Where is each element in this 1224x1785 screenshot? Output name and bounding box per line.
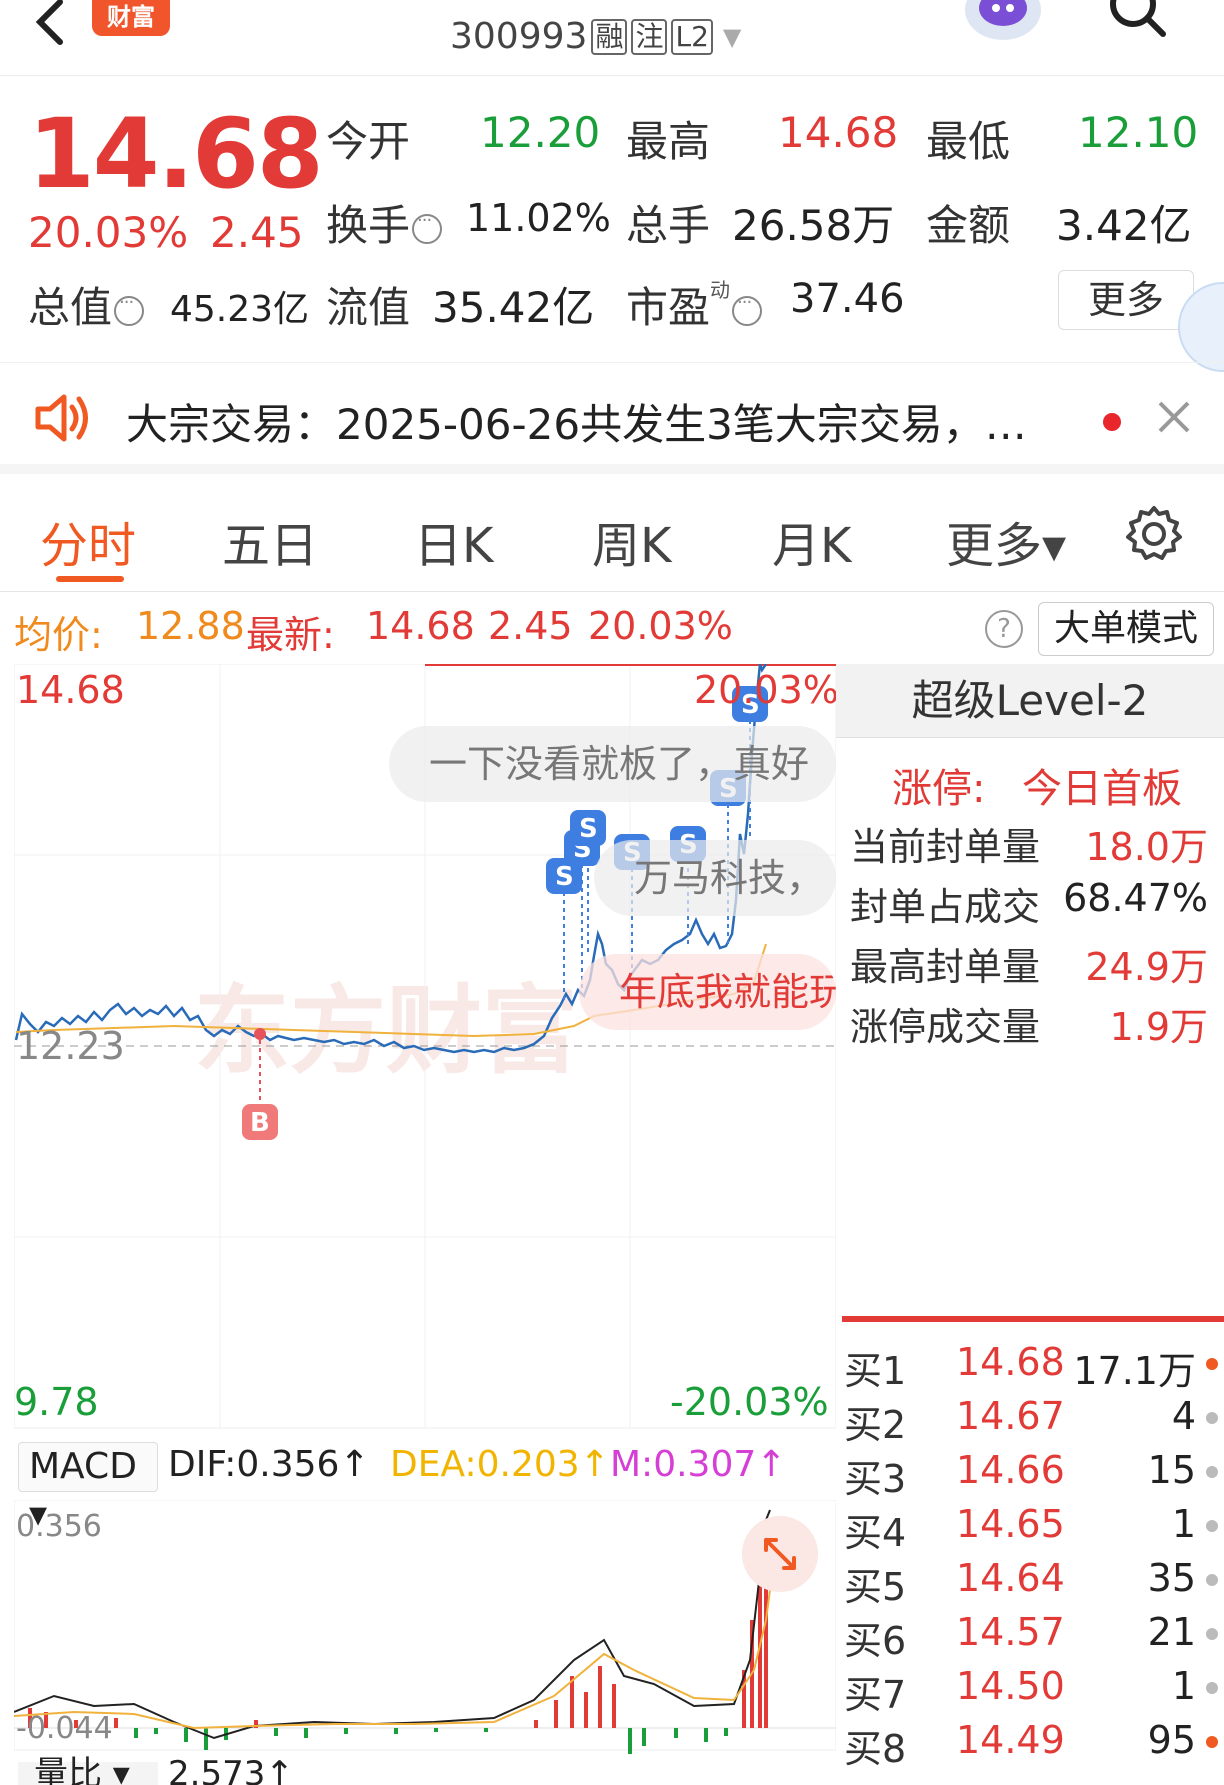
latest-change: 2.45 [488, 604, 573, 648]
turnover-label: 换手 [326, 192, 443, 253]
svg-text:S: S [555, 862, 574, 892]
big-order-mode-button[interactable]: 大单模式 [1038, 602, 1214, 656]
tab-weekly-k[interactable]: 周K [592, 506, 671, 576]
vol-ratio-select[interactable]: 量比 ▾ [34, 1754, 130, 1785]
tag-registered: 注 [631, 18, 668, 55]
float-label: 流值 [326, 283, 411, 332]
latest-label: 最新: [246, 613, 335, 657]
macd-chart: 0.356 -0.044 量比 ▾ 2.573↑ [14, 1500, 836, 1785]
speaker-icon [35, 394, 88, 442]
tab-underline [56, 576, 124, 582]
tab-daily-k[interactable]: 日K [414, 506, 493, 576]
macd-m: M:0.307↑ [610, 1444, 787, 1485]
search-icon[interactable] [1105, 0, 1171, 48]
avg-label: 均价: [14, 613, 103, 657]
chart-top-percent: 20.03% [694, 668, 839, 712]
comment-bubble[interactable]: 一下没看就板了，真好 [389, 726, 836, 802]
bid-row[interactable]: 买2 14.67 4 [844, 1394, 1222, 1448]
more-button[interactable]: 更多 [1058, 270, 1194, 330]
float-value: 35.42亿 [432, 283, 595, 332]
bid-row[interactable]: 买4 14.65 1 [844, 1502, 1222, 1556]
comment-bubble[interactable]: 万马科技， [594, 840, 836, 916]
vol-ratio-value: 2.573↑ [168, 1754, 294, 1785]
level2-title[interactable]: 超级Level-2 [836, 664, 1224, 738]
price-summary-row: 均价: 12.88 最新: 14.68 2.45 20.03% ? 大单模式 [0, 600, 1224, 662]
volume-label: 总手 [626, 201, 711, 250]
bid-row[interactable]: 买1 14.68 17.1万 [844, 1340, 1222, 1394]
watermark: 东方财富 [194, 975, 578, 1087]
chart-bottom-price: 9.78 [14, 1380, 99, 1424]
stock-code: 300993 [450, 16, 588, 57]
chart-base-price: 12.23 [16, 1024, 125, 1068]
chart-bottom-percent: -20.03% [670, 1380, 829, 1424]
open-label: 今开 [326, 117, 411, 166]
macd-dea: DEA:0.203↑ [390, 1444, 610, 1485]
macd-top-value: 0.356 [16, 1509, 102, 1544]
limit-up-value: 今日首板 [1022, 766, 1182, 812]
gear-icon[interactable] [1124, 504, 1184, 564]
current-price: 14.68 [28, 98, 324, 210]
tag-margin: 融 [591, 18, 628, 55]
order-book-divider [842, 1316, 1224, 1322]
macd-indicator-row: MACD ▾ DIF:0.356↑ DEA:0.203↑ M:0.307↑ [14, 1436, 836, 1535]
mktcap-label: 总值 [28, 274, 145, 335]
pe-label: 市盈动 [626, 274, 763, 335]
brand-badge: 财富 [92, 0, 170, 36]
notice-text: 大宗交易：2025-06-26共发生3笔大宗交易，… [126, 400, 1027, 449]
tab-five-day[interactable]: 五日 [222, 506, 318, 576]
expand-icon[interactable] [742, 1516, 818, 1592]
top-bar: 财富 300993 融 注 L2 ▼ [0, 0, 1224, 76]
stock-code-title[interactable]: 300993 融 注 L2 ▼ [450, 16, 741, 57]
svg-text:B: B [250, 1108, 270, 1138]
latest-percent: 20.03% [588, 604, 733, 648]
tab-monthly-k[interactable]: 月K [772, 506, 851, 576]
chevron-down-icon: ▼ [722, 22, 742, 51]
macd-bottom-value: -0.044 [16, 1711, 113, 1746]
bid-row[interactable]: 买8 14.49 95 [844, 1718, 1222, 1772]
level2-panel: 超级Level-2 涨停: 今日首板 当前封单量 18.0万 封单占成交 68.47… [836, 664, 1224, 1785]
unread-dot [1103, 413, 1121, 431]
bid-row[interactable]: 买7 14.50 1 [844, 1664, 1222, 1718]
pe-value: 37.46 [790, 276, 905, 322]
tab-more[interactable]: 更多▾ [946, 506, 1066, 576]
notice-bar[interactable]: 大宗交易：2025-06-26共发生3笔大宗交易，… [0, 362, 1224, 474]
low-value: 12.10 [1078, 108, 1199, 157]
macd-dif: DIF:0.356↑ [168, 1444, 370, 1485]
change-amount: 2.45 [210, 208, 304, 257]
low-label: 最低 [926, 117, 1011, 166]
tab-intraday[interactable]: 分时 [40, 506, 136, 576]
macd-histogram [28, 1540, 768, 1754]
help-icon[interactable]: ? [985, 610, 1023, 648]
change-percent: 20.03% [28, 208, 189, 257]
info-icon[interactable] [412, 210, 443, 244]
tag-l2: L2 [671, 18, 713, 55]
amount-value: 3.42亿 [1056, 201, 1192, 250]
back-arrow-icon[interactable] [18, 0, 78, 50]
bid-row[interactable]: 买5 14.64 35 [844, 1556, 1222, 1610]
high-value: 14.68 [778, 108, 899, 157]
turnover-value: 11.02% [466, 196, 611, 240]
svg-text:S: S [579, 814, 598, 844]
avg-value: 12.88 [136, 604, 245, 648]
bid-row[interactable]: 买6 14.57 21 [844, 1610, 1222, 1664]
open-value: 12.20 [480, 108, 601, 157]
info-icon[interactable] [732, 292, 763, 326]
bid-row[interactable]: 买3 14.66 15 [844, 1448, 1222, 1502]
close-icon[interactable] [1156, 399, 1192, 435]
comment-bubble[interactable]: 年底我就能玩 [579, 954, 836, 1030]
indicator-select[interactable]: MACD ▾ [18, 1442, 158, 1535]
limit-up-label: 涨停: [892, 766, 986, 812]
amount-label: 金额 [926, 201, 1011, 250]
volume-value: 26.58万 [732, 201, 895, 250]
info-icon[interactable] [114, 292, 145, 326]
high-label: 最高 [626, 117, 711, 166]
chart-tabs: 分时 五日 日K 周K 月K 更多▾ [0, 484, 1224, 592]
chart-top-price: 14.68 [16, 668, 125, 712]
latest-value: 14.68 [366, 604, 475, 648]
mascot-avatar-icon[interactable] [958, 0, 1048, 42]
mktcap-value: 45.23亿 [170, 289, 310, 330]
